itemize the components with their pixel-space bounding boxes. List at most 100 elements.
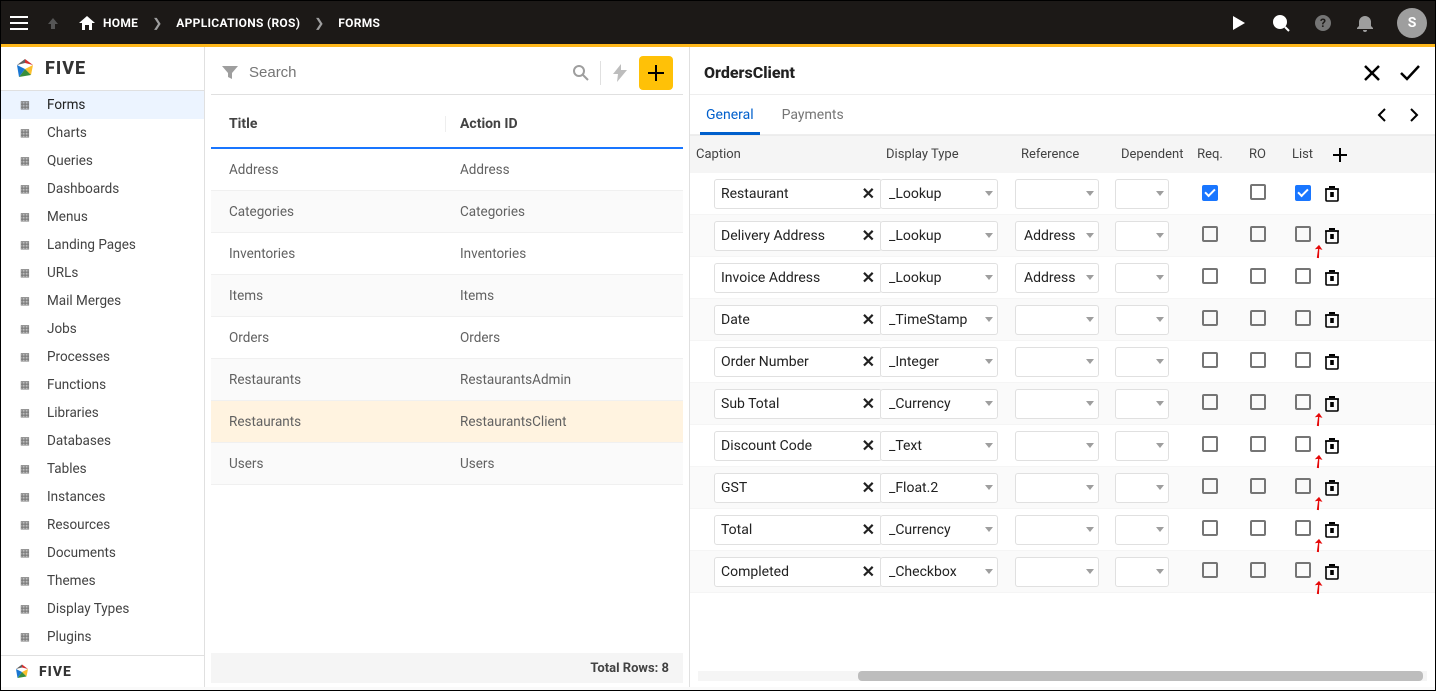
dependent-select[interactable]: [1115, 473, 1169, 503]
search-icon[interactable]: [572, 64, 590, 82]
display-type-select[interactable]: _Lookup: [880, 179, 998, 209]
play-icon[interactable]: [1229, 13, 1249, 33]
delete-icon[interactable]: [1325, 228, 1355, 244]
search-input[interactable]: [249, 64, 562, 81]
display-type-select[interactable]: _Lookup: [880, 221, 998, 251]
dependent-select[interactable]: [1115, 221, 1169, 251]
check-icon[interactable]: [1399, 62, 1421, 84]
add-button[interactable]: [639, 56, 673, 90]
menu-icon[interactable]: [9, 13, 29, 33]
sidebar-item-themes[interactable]: ▦Themes: [1, 567, 204, 595]
clear-icon[interactable]: ✕: [862, 184, 875, 203]
checkbox[interactable]: [1295, 436, 1311, 452]
checkbox[interactable]: [1295, 226, 1311, 242]
clear-icon[interactable]: ✕: [862, 478, 875, 497]
delete-icon[interactable]: [1325, 270, 1355, 286]
checkbox[interactable]: [1295, 185, 1311, 201]
dependent-select[interactable]: [1115, 179, 1169, 209]
clear-icon[interactable]: ✕: [862, 226, 875, 245]
dependent-select[interactable]: [1115, 515, 1169, 545]
caption-input[interactable]: GST✕: [714, 473, 882, 503]
sidebar-item-display-types[interactable]: ▦Display Types: [1, 595, 204, 623]
list-row[interactable]: UsersUsers: [211, 443, 683, 485]
dependent-select[interactable]: [1115, 263, 1169, 293]
sidebar-item-forms[interactable]: ▦Forms: [1, 91, 204, 119]
reference-select[interactable]: [1015, 347, 1099, 377]
reference-select[interactable]: Address: [1015, 221, 1099, 251]
dependent-select[interactable]: [1115, 305, 1169, 335]
list-row[interactable]: ItemsItems: [211, 275, 683, 317]
flash-icon[interactable]: [611, 64, 629, 82]
tab-next-icon[interactable]: [1403, 104, 1425, 126]
breadcrumb-forms[interactable]: FORMS: [338, 16, 380, 30]
dependent-select[interactable]: [1115, 389, 1169, 419]
checkbox[interactable]: [1250, 268, 1266, 284]
list-row[interactable]: OrdersOrders: [211, 317, 683, 359]
sidebar-item-plugins[interactable]: ▦Plugins: [1, 623, 204, 651]
checkbox[interactable]: [1250, 520, 1266, 536]
checkbox[interactable]: [1250, 478, 1266, 494]
help-icon[interactable]: ?: [1313, 13, 1333, 33]
list-row[interactable]: AddressAddress: [211, 149, 683, 191]
clear-icon[interactable]: ✕: [862, 394, 875, 413]
checkbox[interactable]: [1295, 268, 1311, 284]
checkbox[interactable]: [1250, 436, 1266, 452]
sidebar-item-libraries[interactable]: ▦Libraries: [1, 399, 204, 427]
checkbox[interactable]: [1295, 562, 1311, 578]
checkbox[interactable]: [1202, 562, 1218, 578]
sidebar-item-processes[interactable]: ▦Processes: [1, 343, 204, 371]
delete-icon[interactable]: [1325, 438, 1355, 454]
sidebar-item-instances[interactable]: ▦Instances: [1, 483, 204, 511]
display-type-select[interactable]: _Checkbox: [880, 557, 998, 587]
sidebar-item-charts[interactable]: ▦Charts: [1, 119, 204, 147]
delete-icon[interactable]: [1325, 186, 1355, 202]
sidebar-item-documents[interactable]: ▦Documents: [1, 539, 204, 567]
caption-input[interactable]: Order Number✕: [714, 347, 882, 377]
caption-input[interactable]: Date✕: [714, 305, 882, 335]
checkbox[interactable]: [1202, 394, 1218, 410]
caption-input[interactable]: Completed✕: [714, 557, 882, 587]
sidebar-item-menus[interactable]: ▦Menus: [1, 203, 204, 231]
reference-select[interactable]: [1015, 389, 1099, 419]
checkbox[interactable]: [1250, 184, 1266, 200]
sidebar-item-dashboards[interactable]: ▦Dashboards: [1, 175, 204, 203]
close-icon[interactable]: [1361, 62, 1383, 84]
breadcrumb-applications[interactable]: APPLICATIONS (ROS): [176, 16, 300, 30]
checkbox[interactable]: [1202, 185, 1218, 201]
sidebar-item-databases[interactable]: ▦Databases: [1, 427, 204, 455]
checkbox[interactable]: [1250, 310, 1266, 326]
tab-prev-icon[interactable]: [1371, 104, 1393, 126]
display-type-select[interactable]: _Float.2: [880, 473, 998, 503]
horizontal-scrollbar[interactable]: [698, 671, 1427, 681]
checkbox[interactable]: [1250, 226, 1266, 242]
checkbox[interactable]: [1250, 352, 1266, 368]
dependent-select[interactable]: [1115, 431, 1169, 461]
clear-icon[interactable]: ✕: [862, 310, 875, 329]
checkbox[interactable]: [1202, 352, 1218, 368]
checkbox[interactable]: [1202, 436, 1218, 452]
col-header-action[interactable]: Action ID: [446, 116, 683, 132]
sidebar-item-mail-merges[interactable]: ▦Mail Merges: [1, 287, 204, 315]
display-type-select[interactable]: _Lookup: [880, 263, 998, 293]
reference-select[interactable]: Address: [1015, 263, 1099, 293]
add-field-button[interactable]: [1325, 148, 1355, 162]
checkbox[interactable]: [1295, 310, 1311, 326]
sidebar-item-functions[interactable]: ▦Functions: [1, 371, 204, 399]
caption-input[interactable]: Discount Code✕: [714, 431, 882, 461]
delete-icon[interactable]: [1325, 354, 1355, 370]
reference-select[interactable]: [1015, 305, 1099, 335]
checkbox[interactable]: [1295, 394, 1311, 410]
delete-icon[interactable]: [1325, 480, 1355, 496]
reference-select[interactable]: [1015, 515, 1099, 545]
filter-icon[interactable]: [221, 64, 239, 82]
list-row[interactable]: CategoriesCategories: [211, 191, 683, 233]
sidebar-item-urls[interactable]: ▦URLs: [1, 259, 204, 287]
reference-select[interactable]: [1015, 179, 1099, 209]
col-header-dependent[interactable]: Dependent: [1115, 147, 1185, 162]
clear-icon[interactable]: ✕: [862, 562, 875, 581]
col-header-req[interactable]: Req.: [1185, 147, 1235, 162]
caption-input[interactable]: Total✕: [714, 515, 882, 545]
checkbox[interactable]: [1250, 562, 1266, 578]
caption-input[interactable]: Restaurant✕: [714, 179, 882, 209]
col-header-reference[interactable]: Reference: [1015, 147, 1115, 162]
